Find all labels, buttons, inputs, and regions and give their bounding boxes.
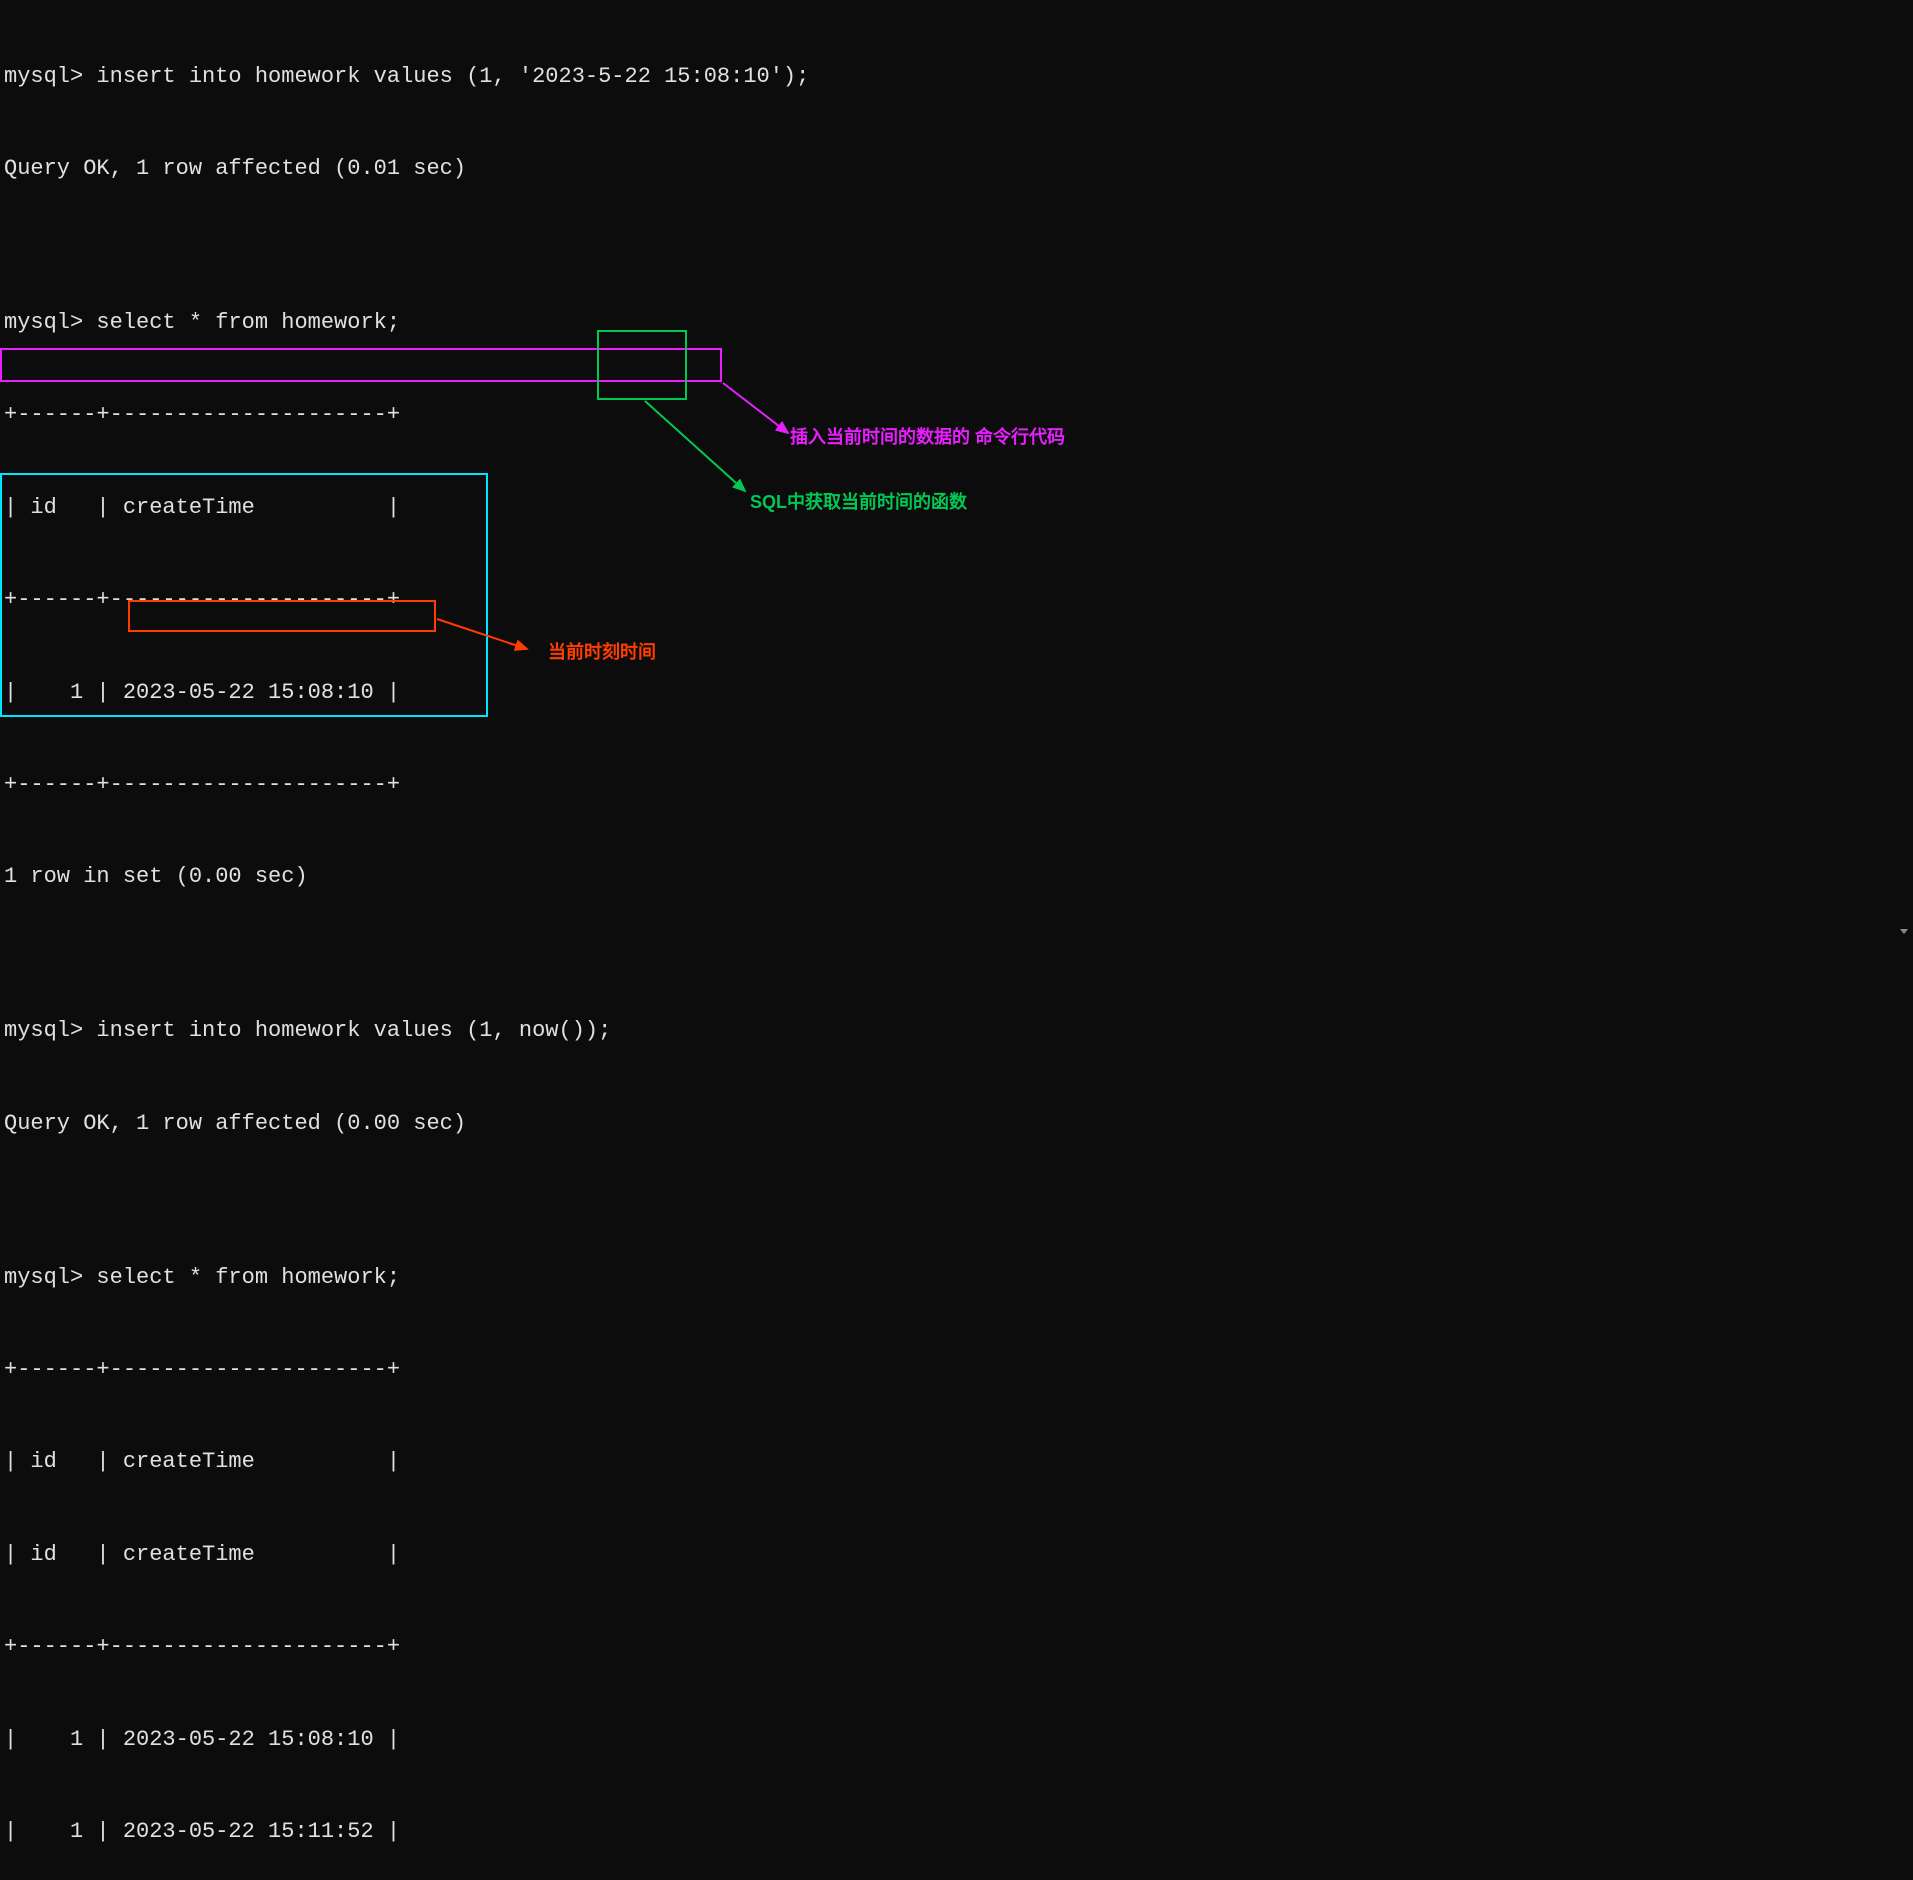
annotation-insert-command-label: 插入当前时间的数据的 命令行代码 bbox=[790, 425, 1065, 450]
terminal-line: | 1 | 2023-05-22 15:11:52 | bbox=[4, 1817, 1909, 1848]
terminal-line: +------+---------------------+ bbox=[4, 585, 1909, 616]
terminal-line: | 1 | 2023-05-22 15:08:10 | bbox=[4, 678, 1909, 709]
terminal-line: Query OK, 1 row affected (0.00 sec) bbox=[4, 1109, 1909, 1140]
terminal-line: Query OK, 1 row affected (0.01 sec) bbox=[4, 154, 1909, 185]
terminal-line: | id | createTime | bbox=[4, 1540, 1909, 1571]
scrollbar-down-icon[interactable] bbox=[1897, 924, 1911, 938]
terminal-line: 1 row in set (0.00 sec) bbox=[4, 862, 1909, 893]
terminal-line: mysql> select * from homework; bbox=[4, 1263, 1909, 1294]
terminal-line: | 1 | 2023-05-22 15:08:10 | bbox=[4, 1725, 1909, 1756]
terminal-line: mysql> insert into homework values (1, '… bbox=[4, 62, 1909, 93]
annotation-current-time-label: 当前时刻时间 bbox=[548, 640, 656, 665]
terminal-line: +------+---------------------+ bbox=[4, 1355, 1909, 1386]
terminal-line: mysql> insert into homework values (1, n… bbox=[4, 1016, 1909, 1047]
terminal-line: mysql> select * from homework; bbox=[4, 308, 1909, 339]
terminal-line: +------+---------------------+ bbox=[4, 770, 1909, 801]
terminal-line: | id | createTime | bbox=[4, 1447, 1909, 1478]
terminal-output[interactable]: mysql> insert into homework values (1, '… bbox=[0, 0, 1913, 1880]
terminal-line: +------+---------------------+ bbox=[4, 1632, 1909, 1663]
annotation-now-function-label: SQL中获取当前时间的函数 bbox=[750, 490, 967, 515]
